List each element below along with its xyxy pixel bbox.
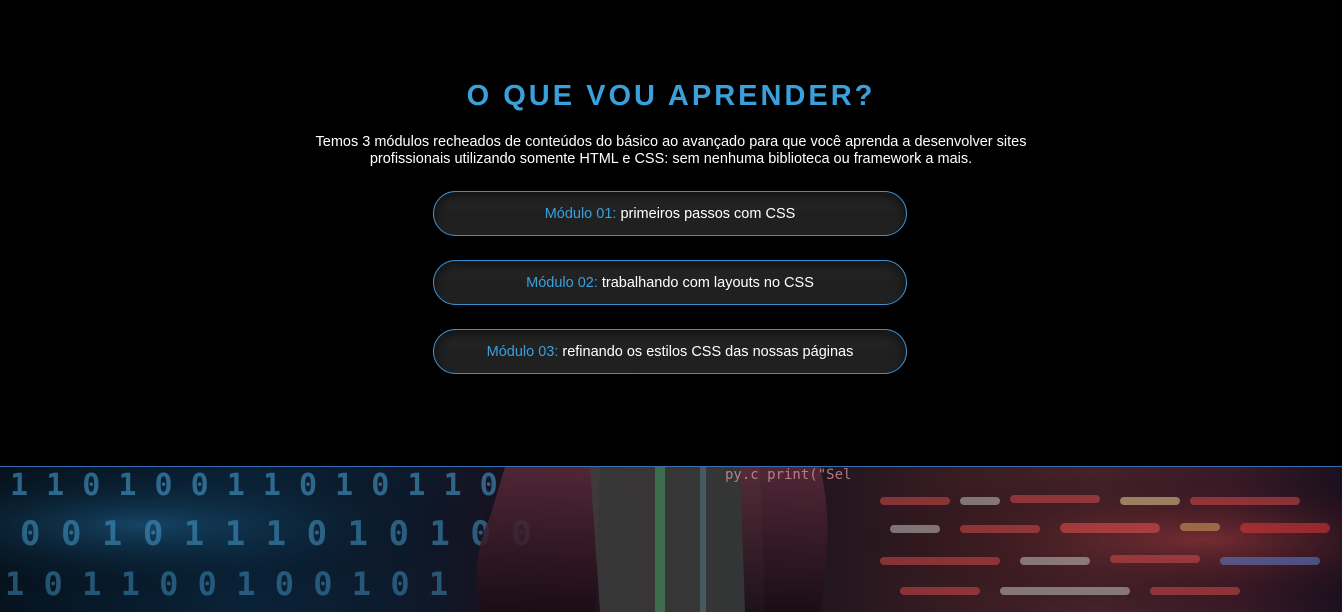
module-label: refinando os estilos CSS das nossas pági… [562, 343, 854, 360]
module-label: trabalhando com layouts no CSS [601, 274, 814, 291]
learn-section: O QUE VOU APRENDER? Temos 3 módulos rech… [0, 0, 1342, 467]
module-label: primeiros passos com CSS [620, 205, 796, 222]
module-number: Módulo 01: [544, 205, 617, 222]
code-snippet: py.c print("Sel [725, 467, 851, 483]
binary-row: 1 0 1 1 0 0 1 0 0 1 0 1 [5, 565, 448, 603]
module-number: Módulo 02: [526, 274, 598, 291]
section-title: O QUE VOU APRENDER? [466, 80, 876, 112]
module-02-card[interactable]: Módulo 02: trabalhando com layouts no CS… [433, 260, 907, 305]
binary-row: 1 1 0 1 0 0 1 1 0 1 0 1 1 0 [10, 468, 498, 503]
module-03-card[interactable]: Módulo 03: refinando os estilos CSS das … [433, 329, 907, 374]
section-description: Temos 3 módulos recheados de conteúdos d… [315, 134, 1027, 167]
binary-row: 0 0 1 0 1 1 1 0 1 0 1 0 0 [20, 514, 532, 554]
module-number: Módulo 03: [486, 343, 559, 360]
banner-illustration: 1 1 0 1 0 0 1 1 0 1 0 1 1 0 0 0 1 0 1 1 … [0, 467, 1342, 612]
module-01-card[interactable]: Módulo 01: primeiros passos com CSS [433, 191, 907, 236]
hero-banner-image: 1 1 0 1 0 0 1 1 0 1 0 1 1 0 0 0 1 0 1 1 … [0, 467, 1342, 612]
